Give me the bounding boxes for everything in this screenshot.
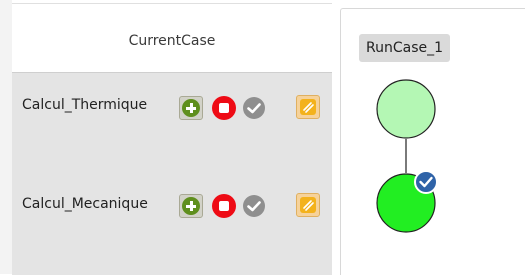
check-icon[interactable] — [242, 96, 266, 120]
current-case-panel: CurrentCase Calcul_Thermique Calcul_Meca… — [12, 0, 332, 275]
case-row-label: Calcul_Mecanique — [22, 196, 148, 212]
run-case-panel: RunCase_1 — [340, 8, 525, 275]
note-icon[interactable] — [296, 95, 320, 119]
case-row-label: Calcul_Thermique — [22, 97, 148, 113]
current-case-title: CurrentCase — [128, 33, 216, 49]
case-graph — [376, 79, 438, 233]
add-icon[interactable] — [179, 194, 203, 218]
check-badge-icon — [414, 170, 438, 194]
case-list: Calcul_Thermique Calcul_Mecanique — [12, 72, 332, 275]
stop-icon[interactable] — [212, 96, 236, 120]
stop-icon[interactable] — [212, 194, 236, 218]
header-divider — [12, 3, 332, 4]
case-row-calcul-mecanique[interactable]: Calcul_Mecanique — [12, 177, 332, 237]
node-calcul-thermique[interactable] — [376, 79, 436, 139]
check-icon[interactable] — [242, 194, 266, 218]
current-case-header: CurrentCase — [12, 0, 332, 72]
note-icon[interactable] — [296, 193, 320, 217]
add-icon[interactable] — [179, 96, 203, 120]
case-row-calcul-thermique[interactable]: Calcul_Thermique — [12, 81, 332, 141]
